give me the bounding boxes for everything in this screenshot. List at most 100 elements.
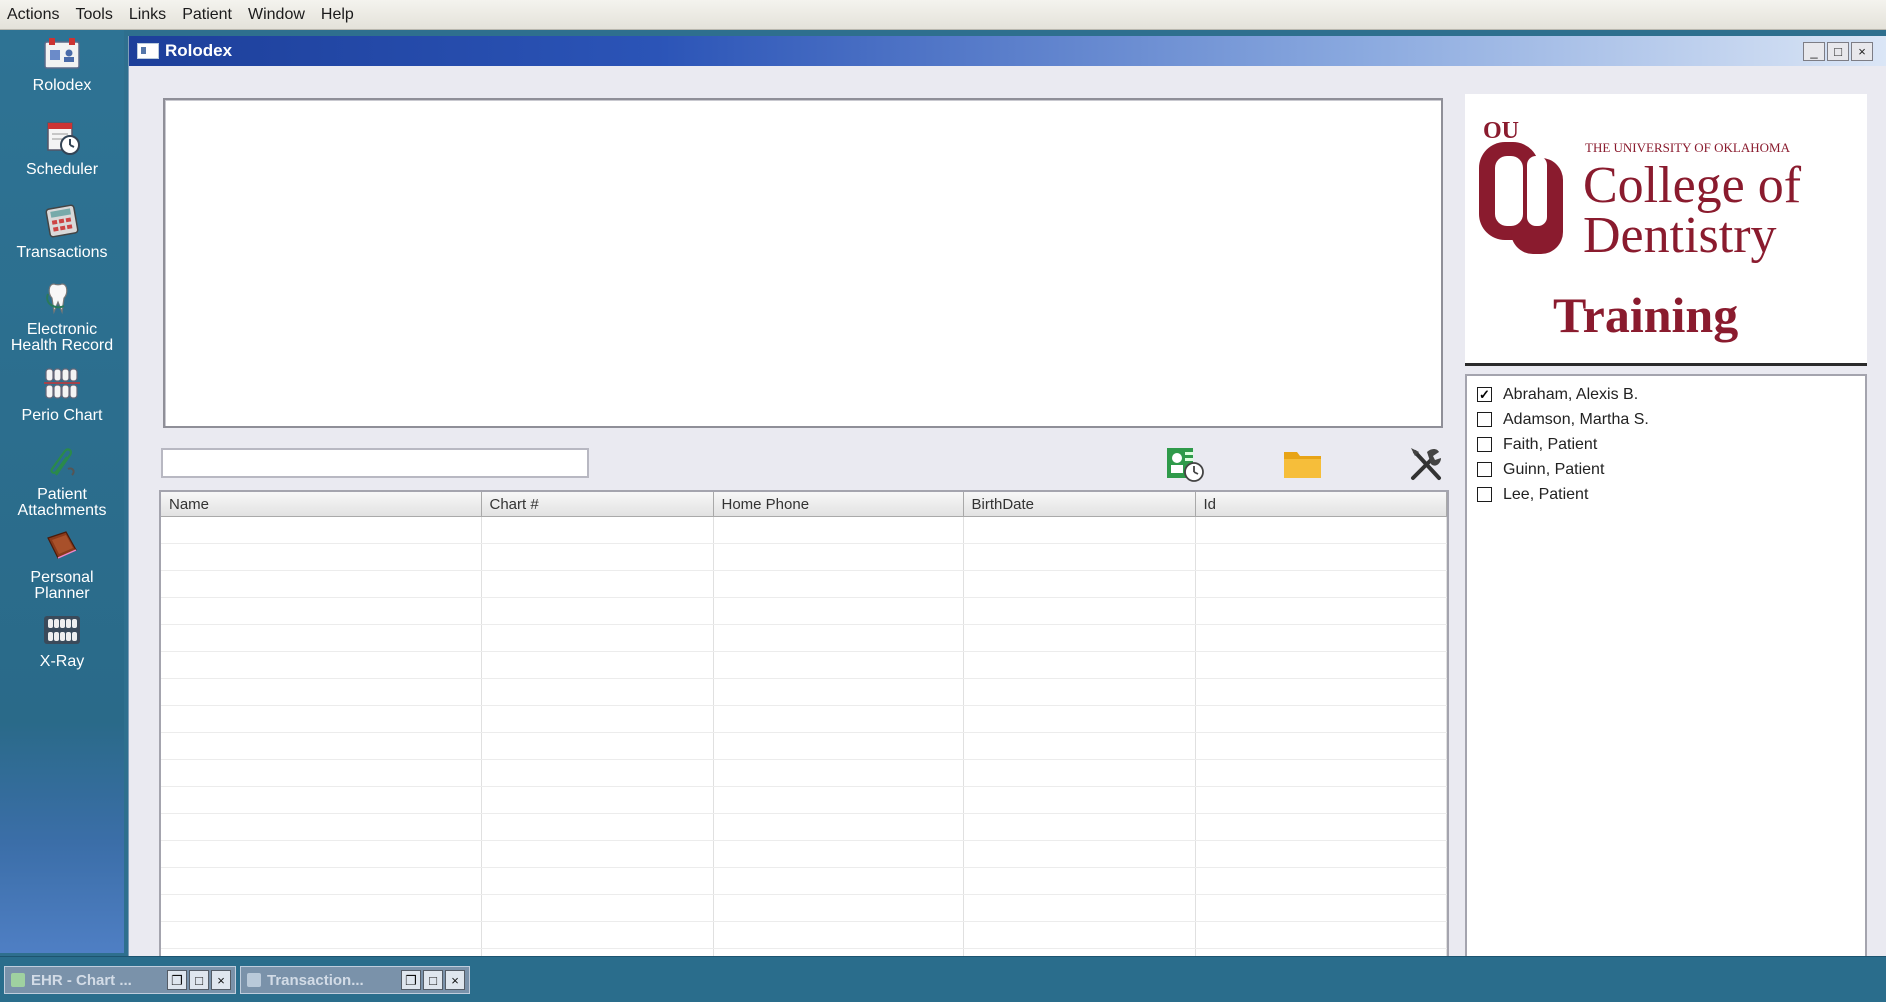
- table-cell: [713, 840, 964, 868]
- sidebar-item-label: Electronic Health Record: [10, 321, 114, 354]
- table-cell: [161, 813, 482, 841]
- sidebar-item-personal-planner[interactable]: Personal Planner: [0, 528, 124, 602]
- window-title: Rolodex: [165, 41, 233, 60]
- table-row[interactable]: [161, 516, 1447, 544]
- table-cell: [963, 786, 1196, 814]
- table-cell: [1195, 786, 1447, 814]
- close-button[interactable]: ×: [1851, 42, 1873, 61]
- table-cell: [161, 759, 482, 787]
- table-row[interactable]: [161, 570, 1447, 598]
- patient-checkbox[interactable]: [1477, 462, 1492, 477]
- table-cell: [161, 543, 482, 571]
- sidebar-item-electronic-health-record[interactable]: Electronic Health Record: [0, 280, 124, 354]
- patient-grid[interactable]: Name Chart # Home Phone BirthDate Id: [159, 490, 1449, 972]
- column-header-chart-number[interactable]: Chart #: [481, 492, 714, 517]
- patient-checkbox[interactable]: [1477, 412, 1492, 427]
- table-cell: [963, 543, 1196, 571]
- maximize-button[interactable]: □: [1827, 42, 1849, 61]
- rolodex-window-icon: [137, 43, 159, 59]
- table-cell: [963, 894, 1196, 922]
- table-row[interactable]: [161, 894, 1447, 922]
- taskbar-item-ehr-chart[interactable]: EHR - Chart ... ❐ □ ×: [4, 966, 236, 994]
- table-cell: [1195, 624, 1447, 652]
- patient-list-item[interactable]: ✓ Abraham, Alexis B.: [1467, 382, 1865, 407]
- patient-list-item[interactable]: Faith, Patient: [1467, 432, 1865, 457]
- table-cell: [963, 516, 1196, 544]
- patient-checkbox[interactable]: [1477, 487, 1492, 502]
- table-row[interactable]: [161, 759, 1447, 787]
- sidebar-item-scheduler[interactable]: Scheduler: [0, 120, 124, 178]
- sidebar-item-transactions[interactable]: Transactions: [0, 203, 124, 261]
- sidebar-item-perio-chart[interactable]: Perio Chart: [0, 366, 124, 424]
- patient-name: Lee, Patient: [1503, 485, 1589, 503]
- table-row[interactable]: [161, 624, 1447, 652]
- sidebar-item-label: Scheduler: [25, 161, 99, 178]
- sidebar-item-rolodex[interactable]: Rolodex: [0, 36, 124, 94]
- table-cell: [161, 516, 482, 544]
- table-row[interactable]: [161, 732, 1447, 760]
- patient-list-item[interactable]: Lee, Patient: [1467, 482, 1865, 507]
- menu-tools[interactable]: Tools: [67, 6, 120, 24]
- patient-schedule-icon[interactable]: [1163, 444, 1207, 484]
- search-input[interactable]: [161, 448, 589, 478]
- calculator-icon: [45, 204, 79, 238]
- table-row[interactable]: [161, 678, 1447, 706]
- patient-checklist: ✓ Abraham, Alexis B. Adamson, Martha S. Fai…: [1465, 374, 1867, 972]
- table-row[interactable]: [161, 543, 1447, 571]
- window-titlebar[interactable]: Rolodex _ □ ×: [129, 36, 1886, 66]
- sidebar-item-label: Personal Planner: [30, 569, 94, 602]
- table-cell: [963, 732, 1196, 760]
- table-cell: [963, 651, 1196, 679]
- maximize-button[interactable]: □: [189, 970, 209, 990]
- table-cell: [963, 678, 1196, 706]
- table-cell: [161, 570, 482, 598]
- table-cell: [161, 921, 482, 949]
- patient-list-item[interactable]: Guinn, Patient: [1467, 457, 1865, 482]
- table-row[interactable]: [161, 705, 1447, 733]
- table-row[interactable]: [161, 867, 1447, 895]
- taskbar-item-transactions[interactable]: Transaction... ❐ □ ×: [240, 966, 470, 994]
- table-row[interactable]: [161, 786, 1447, 814]
- menu-actions[interactable]: Actions: [0, 6, 67, 24]
- table-row[interactable]: [161, 921, 1447, 949]
- sidebar-item-label: Perio Chart: [21, 407, 103, 424]
- table-row[interactable]: [161, 813, 1447, 841]
- column-header-home-phone[interactable]: Home Phone: [713, 492, 964, 517]
- table-cell: [481, 543, 714, 571]
- logo-college-line: College of: [1583, 157, 1802, 214]
- menu-links[interactable]: Links: [121, 6, 174, 24]
- table-cell: [481, 786, 714, 814]
- table-cell: [713, 597, 964, 625]
- column-header-id[interactable]: Id: [1195, 492, 1447, 517]
- folder-icon[interactable]: [1281, 444, 1325, 484]
- sidebar-item-x-ray[interactable]: X-Ray: [0, 612, 124, 670]
- table-cell: [963, 867, 1196, 895]
- menu-help[interactable]: Help: [313, 6, 362, 24]
- notes-panel[interactable]: [163, 98, 1443, 428]
- restore-button[interactable]: ❐: [401, 970, 421, 990]
- close-button[interactable]: ×: [445, 970, 465, 990]
- patient-checkbox[interactable]: ✓: [1477, 387, 1492, 402]
- column-header-name[interactable]: Name: [161, 492, 482, 517]
- patient-name: Adamson, Martha S.: [1503, 410, 1649, 428]
- menu-window[interactable]: Window: [240, 6, 313, 24]
- table-cell: [161, 678, 482, 706]
- menu-patient[interactable]: Patient: [174, 6, 240, 24]
- patient-checkbox[interactable]: [1477, 437, 1492, 452]
- close-button[interactable]: ×: [211, 970, 231, 990]
- sidebar-item-patient-attachments[interactable]: Patient Attachments: [0, 445, 124, 519]
- minimize-button[interactable]: _: [1803, 42, 1825, 61]
- patient-name: Abraham, Alexis B.: [1503, 385, 1639, 403]
- maximize-button[interactable]: □: [423, 970, 443, 990]
- table-cell: [161, 651, 482, 679]
- column-header-birthdate[interactable]: BirthDate: [963, 492, 1196, 517]
- table-row[interactable]: [161, 840, 1447, 868]
- tools-icon[interactable]: [1405, 444, 1449, 484]
- xray-teeth-icon: [44, 616, 80, 644]
- patient-list-item[interactable]: Adamson, Martha S.: [1467, 407, 1865, 432]
- restore-button[interactable]: ❐: [167, 970, 187, 990]
- table-cell: [161, 624, 482, 652]
- calculator-icon: [247, 973, 261, 987]
- table-row[interactable]: [161, 651, 1447, 679]
- table-row[interactable]: [161, 597, 1447, 625]
